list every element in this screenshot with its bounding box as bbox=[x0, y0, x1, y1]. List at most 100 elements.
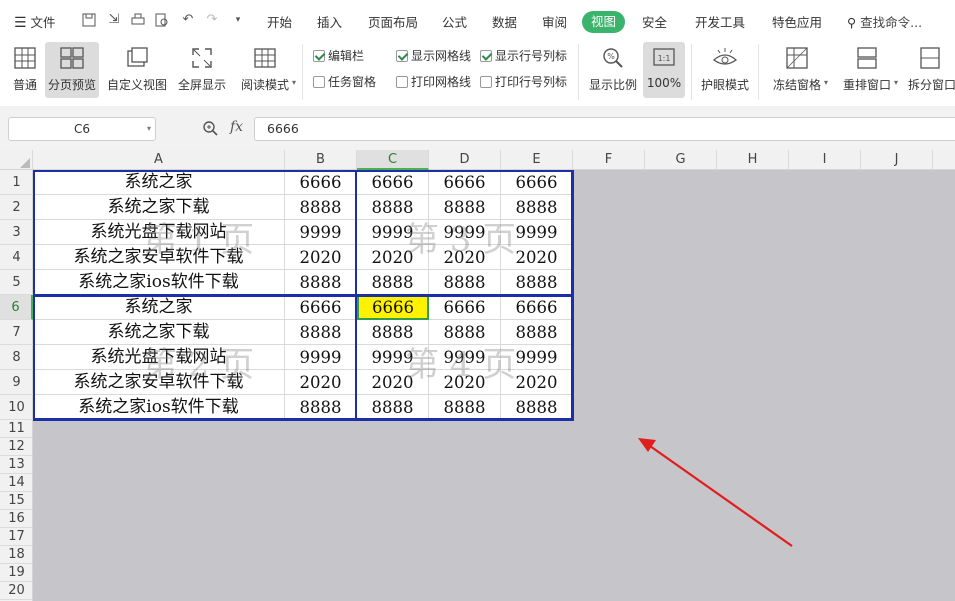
cell-d5[interactable]: 8888 bbox=[429, 270, 501, 295]
cell-e3[interactable]: 9999 bbox=[501, 220, 573, 245]
column-header-b[interactable]: B bbox=[285, 150, 357, 170]
cell-a3[interactable]: 系统光盘下载网站 bbox=[33, 220, 285, 245]
eye-protection-button[interactable]: 护眼模式 bbox=[698, 42, 752, 98]
menu-data[interactable]: 数据 bbox=[492, 12, 517, 31]
cell-c6[interactable]: 6666 bbox=[357, 295, 429, 320]
fx-icon[interactable]: fx bbox=[230, 119, 243, 135]
row-header-3[interactable]: 3 bbox=[0, 220, 33, 245]
cell-c7[interactable]: 8888 bbox=[357, 320, 429, 345]
column-header-e[interactable]: E bbox=[501, 150, 573, 170]
cell-b8[interactable]: 9999 bbox=[285, 345, 357, 370]
cell-a5[interactable]: 系统之家ios软件下载 bbox=[33, 270, 285, 295]
print-icon[interactable] bbox=[131, 13, 145, 27]
column-header-g[interactable]: G bbox=[645, 150, 717, 170]
menu-home[interactable]: 开始 bbox=[267, 12, 292, 31]
cell-a8[interactable]: 系统光盘下载网站 bbox=[33, 345, 285, 370]
menu-insert[interactable]: 插入 bbox=[317, 12, 342, 31]
row-header-13[interactable]: 13 bbox=[0, 456, 33, 474]
menu-view[interactable]: 视图 bbox=[582, 11, 626, 33]
cell-b5[interactable]: 8888 bbox=[285, 270, 357, 295]
cell-e10[interactable]: 8888 bbox=[501, 395, 573, 420]
row-header-16[interactable]: 16 bbox=[0, 510, 33, 528]
full-screen-button[interactable]: 全屏显示 bbox=[174, 42, 230, 98]
cell-d9[interactable]: 2020 bbox=[429, 370, 501, 395]
column-header-d[interactable]: D bbox=[429, 150, 501, 170]
customize-dropdown-icon[interactable]: ▾ bbox=[231, 13, 245, 27]
cell-c10[interactable]: 8888 bbox=[357, 395, 429, 420]
cell-c9[interactable]: 2020 bbox=[357, 370, 429, 395]
cell-a7[interactable]: 系统之家下载 bbox=[33, 320, 285, 345]
cell-e6[interactable]: 6666 bbox=[501, 295, 573, 320]
row-header-18[interactable]: 18 bbox=[0, 546, 33, 564]
cell-b4[interactable]: 2020 bbox=[285, 245, 357, 270]
cell-c5[interactable]: 8888 bbox=[357, 270, 429, 295]
task-pane-checkbox[interactable]: 任务窗格 bbox=[313, 73, 376, 90]
cell-a6[interactable]: 系统之家 bbox=[33, 295, 285, 320]
row-header-10[interactable]: 10 bbox=[0, 395, 33, 420]
redo-icon[interactable]: ↷ bbox=[205, 13, 219, 27]
print-headers-checkbox[interactable]: 打印行号列标 bbox=[480, 73, 567, 90]
show-gridlines-checkbox[interactable]: 显示网格线 bbox=[396, 47, 471, 64]
cell-a4[interactable]: 系统之家安卓软件下载 bbox=[33, 245, 285, 270]
row-header-7[interactable]: 7 bbox=[0, 320, 33, 345]
cell-e8[interactable]: 9999 bbox=[501, 345, 573, 370]
cell-b7[interactable]: 8888 bbox=[285, 320, 357, 345]
cell-c8[interactable]: 9999 bbox=[357, 345, 429, 370]
select-all-corner[interactable] bbox=[0, 150, 33, 170]
export-icon[interactable]: ⇲ bbox=[107, 13, 121, 27]
custom-view-button[interactable]: 自定义视图 bbox=[104, 42, 170, 98]
formula-input[interactable]: 6666 bbox=[254, 117, 955, 141]
menu-page-layout[interactable]: 页面布局 bbox=[368, 12, 418, 31]
cell-b2[interactable]: 8888 bbox=[285, 195, 357, 220]
normal-view-button[interactable]: 普通 bbox=[6, 42, 44, 98]
column-header-j[interactable]: J bbox=[861, 150, 933, 170]
cell-b1[interactable]: 6666 bbox=[285, 170, 357, 195]
show-headers-checkbox[interactable]: 显示行号列标 bbox=[480, 47, 567, 64]
row-header-6[interactable]: 6 bbox=[0, 295, 33, 320]
split-window-button[interactable]: 拆分窗口 bbox=[904, 42, 955, 98]
edit-bar-checkbox[interactable]: 编辑栏 bbox=[313, 47, 364, 64]
cell-d6[interactable]: 6666 bbox=[429, 295, 501, 320]
menu-special[interactable]: 特色应用 bbox=[772, 12, 822, 31]
cell-e7[interactable]: 8888 bbox=[501, 320, 573, 345]
cell-d3[interactable]: 9999 bbox=[429, 220, 501, 245]
row-header-2[interactable]: 2 bbox=[0, 195, 33, 220]
cell-b9[interactable]: 2020 bbox=[285, 370, 357, 395]
column-header-c[interactable]: C bbox=[357, 150, 429, 170]
print-gridlines-checkbox[interactable]: 打印网格线 bbox=[396, 73, 471, 90]
page-break-line[interactable] bbox=[355, 170, 357, 421]
row-header-17[interactable]: 17 bbox=[0, 528, 33, 546]
cell-a1[interactable]: 系统之家 bbox=[33, 170, 285, 195]
cell-c3[interactable]: 9999 bbox=[357, 220, 429, 245]
cell-e2[interactable]: 8888 bbox=[501, 195, 573, 220]
row-header-19[interactable]: 19 bbox=[0, 564, 33, 582]
print-preview-icon[interactable] bbox=[155, 13, 169, 27]
cell-e4[interactable]: 2020 bbox=[501, 245, 573, 270]
column-header-f[interactable]: F bbox=[573, 150, 645, 170]
cell-a9[interactable]: 系统之家安卓软件下载 bbox=[33, 370, 285, 395]
save-icon[interactable] bbox=[82, 13, 96, 27]
menu-security[interactable]: 安全 bbox=[642, 12, 667, 31]
zoom-icon[interactable] bbox=[202, 120, 218, 136]
reading-mode-button[interactable]: 阅读模式 ▾ bbox=[234, 42, 296, 98]
cell-d2[interactable]: 8888 bbox=[429, 195, 501, 220]
cell-b6[interactable]: 6666 bbox=[285, 295, 357, 320]
row-header-8[interactable]: 8 bbox=[0, 345, 33, 370]
cell-c2[interactable]: 8888 bbox=[357, 195, 429, 220]
column-header-a[interactable]: A bbox=[33, 150, 285, 170]
cell-b10[interactable]: 8888 bbox=[285, 395, 357, 420]
zoom-100-button[interactable]: 1:1 100% bbox=[643, 42, 685, 98]
column-header-h[interactable]: H bbox=[717, 150, 789, 170]
cell-a10[interactable]: 系统之家ios软件下载 bbox=[33, 395, 285, 420]
row-header-1[interactable]: 1 bbox=[0, 170, 33, 195]
page-break-line[interactable] bbox=[33, 294, 573, 297]
menu-formulas[interactable]: 公式 bbox=[442, 12, 467, 31]
column-header-i[interactable]: I bbox=[789, 150, 861, 170]
row-header-5[interactable]: 5 bbox=[0, 270, 33, 295]
zoom-ratio-button[interactable]: % 显示比例 bbox=[586, 42, 640, 98]
cell-c4[interactable]: 2020 bbox=[357, 245, 429, 270]
menu-review[interactable]: 审阅 bbox=[542, 12, 567, 31]
command-search[interactable]: ⚲ 查找命令... bbox=[847, 12, 922, 31]
file-menu[interactable]: ☰ 文件 bbox=[14, 12, 56, 31]
page-break-line[interactable] bbox=[33, 170, 573, 172]
